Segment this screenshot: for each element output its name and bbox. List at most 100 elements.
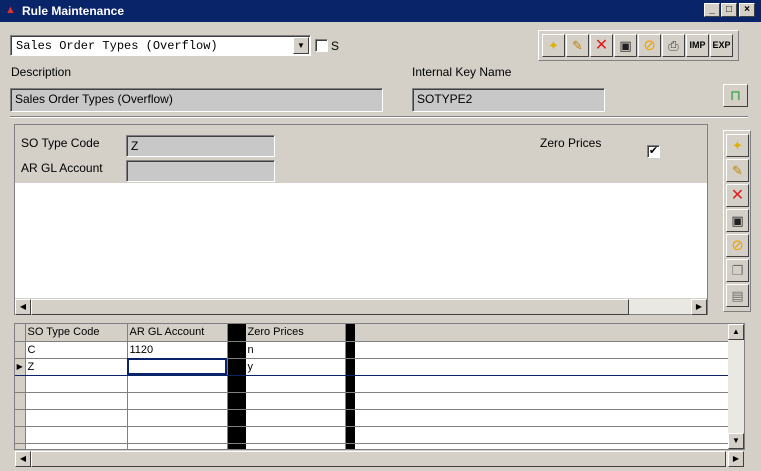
scroll-left-icon[interactable]: ◀ <box>15 451 31 467</box>
save-icon: ▣ <box>619 38 632 53</box>
filler-cell[interactable] <box>354 426 731 444</box>
rules-table: SO Type Code AR GL Account Zero Prices C… <box>15 324 731 449</box>
detail-cancel-button[interactable]: ⊘ <box>726 234 749 257</box>
table-row[interactable] <box>15 409 731 427</box>
detail-save-button[interactable]: ▣ <box>726 209 749 232</box>
chevron-down-icon[interactable]: ▼ <box>293 37 309 54</box>
column-header-so-type-code[interactable]: SO Type Code <box>25 324 128 342</box>
ar-gl-account-cell[interactable]: 1120 <box>127 341 228 359</box>
ar-gl-account-cell[interactable] <box>127 357 228 376</box>
detail-new-button[interactable]: ✦ <box>726 134 749 157</box>
edit-icon: ✎ <box>572 38 583 53</box>
table-row[interactable] <box>15 426 731 444</box>
ar-gl-account-cell[interactable] <box>127 409 228 427</box>
column-divider <box>345 375 355 393</box>
save-button[interactable]: ▣ <box>614 34 637 57</box>
table-row[interactable]: C 1120 n <box>15 341 731 359</box>
so-type-code-cell[interactable] <box>25 409 128 427</box>
edit-record-button[interactable]: ✎ <box>566 34 589 57</box>
delete-record-button[interactable]: ✕ <box>590 34 613 57</box>
ar-gl-account-cell[interactable] <box>127 375 228 393</box>
zero-prices-cell[interactable] <box>245 443 346 449</box>
unlock-button[interactable]: ⊓ <box>723 84 748 107</box>
zero-prices-cell[interactable]: n <box>245 341 346 359</box>
s-checkbox[interactable] <box>315 39 328 52</box>
column-header-ar-gl-account[interactable]: AR GL Account <box>127 324 228 342</box>
description-label: Description <box>11 65 72 79</box>
filler-cell[interactable] <box>354 443 731 449</box>
internal-key-label: Internal Key Name <box>412 65 512 79</box>
filler-cell[interactable] <box>354 341 731 359</box>
filler-cell[interactable] <box>354 392 731 410</box>
save-icon: ▣ <box>731 213 744 228</box>
column-divider <box>227 443 246 449</box>
zero-prices-cell[interactable]: y <box>245 357 346 376</box>
column-divider <box>227 392 246 410</box>
detail-delete-button[interactable]: ✕ <box>726 184 749 207</box>
maximize-button[interactable]: □ <box>721 3 737 17</box>
grid-scroll-thumb[interactable] <box>31 451 726 467</box>
so-type-code-cell[interactable] <box>25 392 128 410</box>
cancel-button[interactable]: ⊘ <box>638 34 661 57</box>
column-divider <box>345 324 355 342</box>
scroll-right-icon[interactable]: ▶ <box>728 451 744 467</box>
s-checkbox-label: S <box>331 39 340 53</box>
ar-gl-account-cell[interactable] <box>127 392 228 410</box>
filler-cell[interactable] <box>354 409 731 427</box>
detail-scroll-thumb[interactable] <box>31 299 629 315</box>
rule-select[interactable]: Sales Order Types (Overflow) ▼ <box>10 35 311 56</box>
grid-header-row: SO Type Code AR GL Account Zero Prices <box>15 324 731 342</box>
description-field[interactable]: Sales Order Types (Overflow) <box>10 88 383 112</box>
grid-horizontal-scrollbar[interactable]: ◀ ▶ <box>15 450 744 467</box>
grid-vertical-scrollbar[interactable]: ▲ ▼ <box>728 324 744 449</box>
new-record-button[interactable]: ✦ <box>542 34 565 57</box>
zero-prices-cell[interactable] <box>245 375 346 393</box>
title-bar: ▲ Rule Maintenance _ □ × <box>0 0 761 22</box>
scroll-down-icon[interactable]: ▼ <box>728 433 744 449</box>
table-row[interactable] <box>15 392 731 410</box>
scroll-right-icon[interactable]: ▶ <box>691 299 707 315</box>
internal-key-field[interactable]: SOTYPE2 <box>412 88 605 112</box>
column-divider <box>345 392 355 410</box>
detail-toolbar: ✦ ✎ ✕ ▣ ⊘ ❐ ▤ <box>723 130 751 312</box>
cancel-icon: ⊘ <box>731 237 744 254</box>
so-type-code-cell[interactable]: Z <box>25 357 128 376</box>
column-divider <box>345 426 355 444</box>
so-type-code-cell[interactable] <box>25 426 128 444</box>
column-divider <box>345 409 355 427</box>
cancel-icon: ⊘ <box>643 37 656 54</box>
scroll-up-icon[interactable]: ▲ <box>728 324 744 340</box>
detail-copy-button[interactable]: ❐ <box>726 259 749 282</box>
so-type-code-cell[interactable] <box>25 443 128 449</box>
main-toolbar: ✦ ✎ ✕ ▣ ⊘ ⎙ IMP EXP <box>538 30 739 61</box>
print-button[interactable]: ⎙ <box>662 34 685 57</box>
table-row[interactable] <box>15 375 731 393</box>
unlock-icon: ⊓ <box>730 87 741 103</box>
close-button[interactable]: × <box>739 3 755 17</box>
ar-gl-account-cell[interactable] <box>127 443 228 449</box>
export-button[interactable]: EXP <box>710 34 733 57</box>
so-type-code-cell[interactable] <box>25 375 128 393</box>
filler-cell[interactable] <box>354 357 731 376</box>
zero-prices-cell[interactable] <box>245 392 346 410</box>
detail-paste-button[interactable]: ▤ <box>726 284 749 307</box>
detail-horizontal-scrollbar[interactable]: ◀ ▶ <box>15 298 707 315</box>
table-row[interactable] <box>15 443 731 449</box>
minimize-button[interactable]: _ <box>704 3 720 17</box>
zero-prices-cell[interactable] <box>245 426 346 444</box>
ar-gl-account-cell[interactable] <box>127 426 228 444</box>
detail-edit-button[interactable]: ✎ <box>726 159 749 182</box>
table-row[interactable]: ▶ Zy <box>15 357 731 376</box>
column-header-zero-prices[interactable]: Zero Prices <box>245 324 346 342</box>
print-icon: ⎙ <box>668 38 679 53</box>
import-button[interactable]: IMP <box>686 34 709 57</box>
zero-prices-checkbox[interactable]: ✔ <box>647 145 660 158</box>
so-type-code-cell[interactable]: C <box>25 341 128 359</box>
delete-icon: ✕ <box>594 37 609 54</box>
filler-cell[interactable] <box>354 375 731 393</box>
rules-grid: SO Type Code AR GL Account Zero Prices C… <box>14 323 745 450</box>
scroll-left-icon[interactable]: ◀ <box>15 299 31 315</box>
so-type-code-field[interactable]: Z <box>126 135 275 157</box>
zero-prices-cell[interactable] <box>245 409 346 427</box>
ar-gl-account-field[interactable] <box>126 160 275 182</box>
